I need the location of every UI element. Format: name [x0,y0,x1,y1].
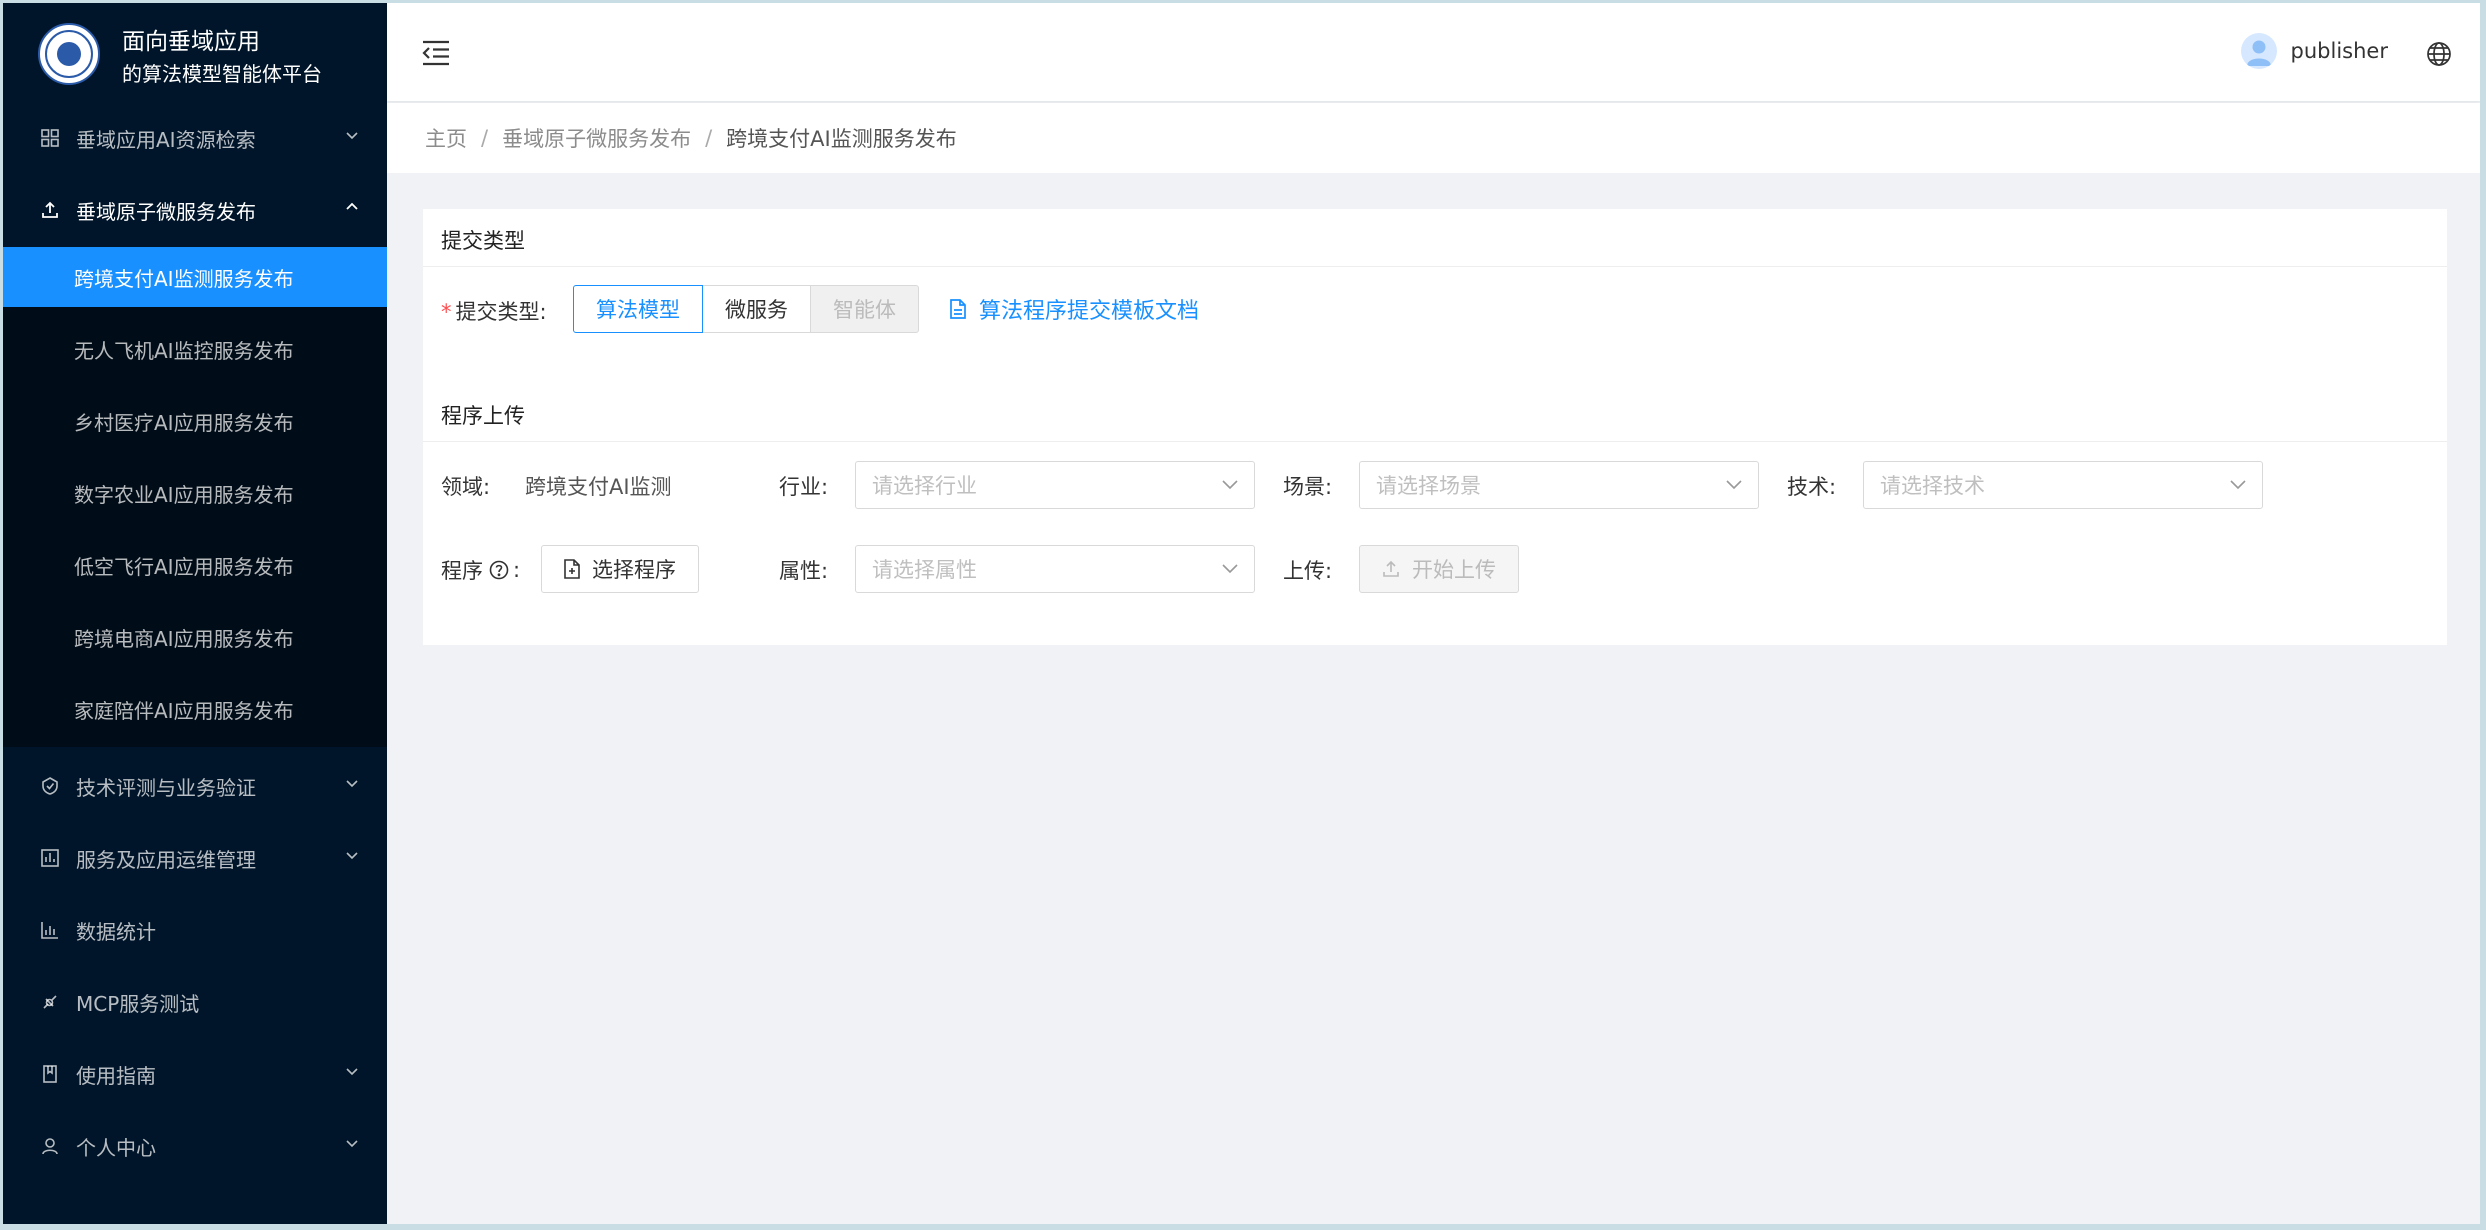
divider [423,441,2447,442]
menu-fold-icon[interactable] [421,39,451,67]
question-circle-icon[interactable] [489,560,509,580]
submenu-item-cross-border-ecommerce[interactable]: 跨境电商AI应用服务发布 [3,607,387,667]
select-program-button[interactable]: 选择程序 [541,545,699,593]
menu-statistics[interactable]: 数据统计 [3,894,387,966]
menu-label: 个人中心 [76,1135,156,1160]
user-menu[interactable]: publisher [2240,33,2388,69]
university-logo [38,23,100,85]
breadcrumb: 主页 / 垂域原子微服务发布 / 跨境支付AI监测服务发布 [387,103,2480,173]
type-microservice-button[interactable]: 微服务 [702,285,811,333]
publish-form-card: 提交类型 * 提交类型: 算法模型 微服务 智能体 算法程序提交模板文档 程序上传… [423,209,2447,645]
breadcrumb-separator: / [481,126,489,150]
attribute-select[interactable]: 请选择属性 [855,545,1255,593]
submenu-item-rural-medical[interactable]: 乡村医疗AI应用服务发布 [3,391,387,451]
start-upload-label: 开始上传 [1412,558,1496,582]
type-algorithm-model-button[interactable]: 算法模型 [573,285,703,333]
bar-chart-icon [40,920,60,940]
breadcrumb-parent[interactable]: 垂域原子微服务发布 [502,123,691,153]
dashboard-icon [40,848,60,868]
upload-icon [40,200,60,220]
breadcrumb-home[interactable]: 主页 [425,123,467,153]
program-label: 程序 : [441,555,520,585]
submenu-item-drone[interactable]: 无人飞机AI监控服务发布 [3,319,387,379]
brand-line1: 面向垂域应用 [122,29,260,55]
breadcrumb-separator: / [705,126,713,150]
template-doc-link-text: 算法程序提交模板文档 [979,299,1200,324]
menu-label: 使用指南 [76,1063,156,1088]
submit-type-label: * 提交类型: [441,300,547,324]
file-text-icon [950,299,966,319]
avatar [2240,33,2277,69]
username: publisher [2290,39,2388,63]
brand-line2: 的算法模型智能体平台 [122,62,322,86]
chevron-up-icon [346,202,358,210]
section-title-program-upload: 程序上传 [441,404,525,428]
submit-type-segment: 算法模型 微服务 智能体 [573,285,919,333]
file-add-icon [564,559,580,579]
menu-label: 数据统计 [76,919,156,944]
chevron-down-icon [346,780,358,788]
program-label-colon: : [513,558,521,582]
sidebar: 面向垂域应用 的算法模型智能体平台 垂域应用AI资源检索 垂域原子微服务发布 跨… [3,3,387,1224]
domain-value: 跨境支付AI监测 [525,475,672,499]
submenu-item-digital-agriculture[interactable]: 数字农业AI应用服务发布 [3,463,387,523]
chevron-down-icon [1726,480,1742,490]
menu-label: MCP服务测试 [76,991,200,1016]
program-label-text: 程序 [441,559,483,583]
select-program-label: 选择程序 [592,558,676,582]
upload-label: 上传: [1283,559,1333,583]
industry-select[interactable]: 请选择行业 [855,461,1255,509]
submenu-item-family-companion[interactable]: 家庭陪伴AI应用服务发布 [3,679,387,739]
type-agent-button: 智能体 [810,285,919,333]
badge-icon [40,776,60,796]
start-upload-button: 开始上传 [1359,545,1519,593]
chevron-down-icon [346,1140,358,1148]
menu-personal-center[interactable]: 个人中心 [3,1110,387,1182]
chevron-down-icon [346,852,358,860]
submenu-atomic-service: 跨境支付AI监测服务发布 无人飞机AI监控服务发布 乡村医疗AI应用服务发布 数… [3,247,387,747]
user-icon [40,1136,60,1156]
submit-type-label-text: 提交类型: [455,300,547,324]
menu-tech-evaluation[interactable]: 技术评测与业务验证 [3,750,387,822]
submenu-item-low-altitude[interactable]: 低空飞行AI应用服务发布 [3,535,387,595]
attribute-placeholder: 请选择属性 [872,558,977,582]
breadcrumb-current: 跨境支付AI监测服务发布 [726,127,957,151]
scene-placeholder: 请选择场景 [1376,474,1481,498]
menu-ai-resource-search[interactable]: 垂域应用AI资源检索 [3,102,387,174]
section-title-submit-type: 提交类型 [441,229,525,253]
chevron-down-icon [1222,480,1238,490]
menu-label: 垂域应用AI资源检索 [76,127,256,152]
divider [423,266,2447,267]
domain-label: 领域: [441,475,491,499]
chevron-down-icon [2230,480,2246,490]
submenu-item-cross-border-payment[interactable]: 跨境支付AI监测服务发布 [3,247,387,307]
menu-ops-management[interactable]: 服务及应用运维管理 [3,822,387,894]
top-header: publisher [387,3,2480,101]
brand-title: 面向垂域应用 的算法模型智能体平台 [122,25,322,89]
upload-icon [1383,560,1399,577]
chevron-down-icon [346,132,358,140]
industry-placeholder: 请选择行业 [872,474,977,498]
menu-label: 服务及应用运维管理 [76,847,256,872]
menu-label: 技术评测与业务验证 [76,775,256,800]
tech-label: 技术: [1787,475,1837,499]
menu-atomic-service-publish[interactable]: 垂域原子微服务发布 [3,174,387,246]
scene-label: 场景: [1283,475,1333,499]
menu-mcp-test[interactable]: MCP服务测试 [3,966,387,1038]
industry-label: 行业: [779,475,829,499]
tech-select[interactable]: 请选择技术 [1863,461,2263,509]
grid-icon [40,128,60,148]
chevron-down-icon [346,1068,358,1076]
book-icon [40,1064,60,1084]
menu-user-guide[interactable]: 使用指南 [3,1038,387,1110]
tech-placeholder: 请选择技术 [1880,474,1985,498]
attribute-label: 属性: [779,559,829,583]
scene-select[interactable]: 请选择场景 [1359,461,1759,509]
template-doc-link[interactable]: 算法程序提交模板文档 [949,293,1199,325]
api-icon [40,992,60,1012]
chevron-down-icon [1222,564,1238,574]
globe-icon[interactable] [2426,41,2452,67]
menu-label: 垂域原子微服务发布 [76,199,256,224]
app-frame: 面向垂域应用 的算法模型智能体平台 垂域应用AI资源检索 垂域原子微服务发布 跨… [3,3,2480,1224]
